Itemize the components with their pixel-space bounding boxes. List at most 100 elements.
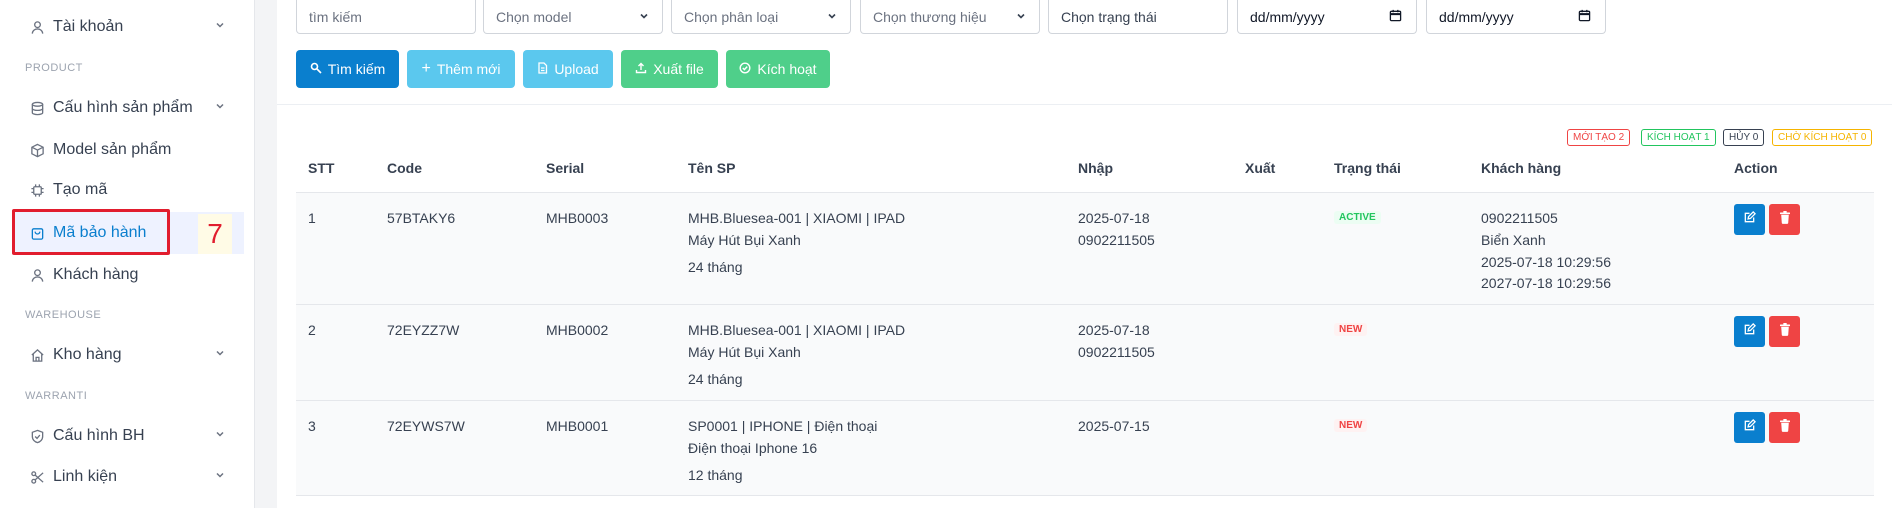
sidebar: Tài khoản PRODUCT Cấu hình sản phẩm Mode…	[0, 0, 255, 508]
badge-cancel-count: HỦY 0	[1723, 129, 1765, 146]
chevron-down-icon	[214, 468, 226, 486]
cell-product-line1: SP0001 | IPHONE | Điện thoại	[688, 418, 878, 434]
sidebar-item-label: Cấu hình BH	[53, 427, 145, 444]
col-header-stt: STT	[308, 160, 335, 176]
date-to-input[interactable]: dd/mm/yyyy	[1426, 0, 1606, 34]
delete-button[interactable]	[1769, 316, 1800, 347]
cell-code: 72EYZZ7W	[387, 322, 460, 338]
section-warranty: WARRANTI	[25, 390, 88, 402]
button-label: Kích hoạt	[757, 61, 817, 77]
cell-product-warranty: 24 tháng	[688, 259, 743, 275]
check-circle-icon	[739, 61, 751, 77]
cell-stt: 2	[308, 322, 316, 338]
cell-code: 72EYWS7W	[387, 418, 465, 434]
status-badge: ACTIVE	[1334, 211, 1381, 224]
calendar-icon[interactable]	[1389, 9, 1402, 25]
search-input[interactable]: tìm kiếm	[296, 0, 476, 34]
brand-select[interactable]: Chọn thương hiệu	[860, 0, 1040, 34]
sidebar-item-label: Kho hàng	[53, 346, 122, 363]
edit-button[interactable]	[1734, 412, 1765, 443]
cell-stt: 3	[308, 418, 316, 434]
trash-icon	[1779, 418, 1791, 437]
button-label: Xuất file	[653, 61, 704, 77]
cell-customer-activated: 2025-07-18 10:29:56	[1481, 254, 1611, 270]
cell-customer-name: Biển Xanh	[1481, 232, 1546, 248]
cell-import-phone: 0902211505	[1078, 232, 1155, 248]
sidebar-item-label: Khách hàng	[53, 266, 139, 283]
cube-icon	[29, 142, 45, 158]
cell-import-date: 2025-07-15	[1078, 418, 1150, 434]
file-icon	[537, 61, 548, 77]
chevron-down-icon	[826, 9, 838, 25]
table-row: 1 57BTAKY6 MHB0003 MHB.Bluesea-001 | XIA…	[296, 192, 1874, 304]
search-icon	[310, 61, 322, 77]
cell-product-line2: Máy Hút Bụi Xanh	[688, 344, 801, 360]
col-header-serial: Serial	[546, 160, 585, 176]
cell-customer-expires: 2027-07-18 10:29:56	[1481, 275, 1611, 291]
model-select[interactable]: Chọn model	[483, 0, 663, 34]
section-warehouse: WAREHOUSE	[25, 309, 102, 321]
sidebar-item-product-config[interactable]: Cấu hình sản phẩm	[0, 88, 255, 128]
sidebar-item-label: Tạo mã	[53, 181, 108, 198]
select-value: Chọn phân loại	[684, 8, 779, 25]
cell-product-line1: MHB.Bluesea-001 | XIAOMI | IPAD	[688, 322, 906, 338]
cell-product-line2: Máy Hút Bụi Xanh	[688, 232, 801, 248]
badge-pending-count: CHỜ KÍCH HOẠT 0	[1772, 129, 1873, 146]
sidebar-item-label: Cấu hình sản phẩm	[53, 99, 193, 116]
user-icon	[29, 267, 45, 283]
cell-import-date: 2025-07-18	[1078, 210, 1150, 226]
edit-button[interactable]	[1734, 204, 1765, 235]
badge-new-count: MỚI TẠO 2	[1567, 129, 1631, 146]
annotation-number: 7	[198, 214, 232, 254]
trash-icon	[1779, 322, 1791, 341]
cell-serial: MHB0001	[546, 418, 609, 434]
sidebar-item-account[interactable]: Tài khoản	[0, 7, 255, 47]
section-product: PRODUCT	[25, 62, 83, 74]
search-button[interactable]: Tìm kiếm	[296, 50, 399, 88]
sidebar-item-warranty-config[interactable]: Cấu hình BH	[0, 416, 255, 456]
date-value: dd/mm/yyyy	[1439, 8, 1514, 25]
sidebar-item-label: Linh kiện	[53, 468, 118, 485]
chevron-down-icon	[214, 346, 226, 364]
cell-import-date: 2025-07-18	[1078, 322, 1150, 338]
divider	[277, 104, 1892, 105]
cell-stt: 1	[308, 210, 316, 226]
sidebar-item-warehouse[interactable]: Kho hàng	[0, 335, 255, 375]
table-row: 3 72EYWS7W MHB0001 SP0001 | IPHONE | Điệ…	[296, 400, 1874, 496]
edit-icon	[1743, 418, 1756, 437]
sidebar-item-product-model[interactable]: Model sản phẩm	[0, 130, 255, 170]
select-value: Chọn model	[496, 8, 572, 25]
highlight-box	[12, 209, 170, 255]
delete-button[interactable]	[1769, 412, 1800, 443]
cell-code: 57BTAKY6	[387, 210, 456, 226]
chevron-down-icon	[638, 9, 650, 25]
chevron-down-icon	[1015, 9, 1027, 25]
sidebar-item-label: Model sản phẩm	[53, 141, 172, 158]
cell-product-warranty: 12 tháng	[688, 467, 743, 483]
date-value: dd/mm/yyyy	[1250, 8, 1325, 25]
sidebar-item-label: Tài khoản	[53, 18, 124, 35]
main-content: tìm kiếm Chọn model Chọn phân loại Chọn …	[277, 0, 1892, 508]
upload-icon	[635, 61, 647, 77]
chevron-down-icon	[214, 99, 226, 117]
status-badge: NEW	[1334, 419, 1368, 432]
cell-product-line1: MHB.Bluesea-001 | XIAOMI | IPAD	[688, 210, 906, 226]
category-select[interactable]: Chọn phân loại	[671, 0, 851, 34]
date-from-input[interactable]: dd/mm/yyyy	[1237, 0, 1417, 34]
export-file-button[interactable]: Xuất file	[621, 50, 718, 88]
chip-icon	[29, 182, 45, 198]
delete-button[interactable]	[1769, 204, 1800, 235]
status-select[interactable]: Chọn trạng thái	[1048, 0, 1228, 34]
activate-button[interactable]: Kích hoạt	[726, 50, 830, 88]
col-header-product: Tên SP	[688, 160, 736, 176]
col-header-status: Trạng thái	[1334, 160, 1401, 176]
add-new-button[interactable]: + Thêm mới	[407, 50, 515, 88]
cell-serial: MHB0002	[546, 322, 609, 338]
chevron-down-icon	[214, 18, 226, 36]
sidebar-item-create-code[interactable]: Tạo mã	[0, 170, 255, 210]
upload-button[interactable]: Upload	[523, 50, 613, 88]
calendar-icon[interactable]	[1578, 9, 1591, 25]
sidebar-item-customer[interactable]: Khách hàng	[0, 255, 255, 295]
edit-button[interactable]	[1734, 316, 1765, 347]
sidebar-item-parts[interactable]: Linh kiện	[0, 457, 255, 497]
